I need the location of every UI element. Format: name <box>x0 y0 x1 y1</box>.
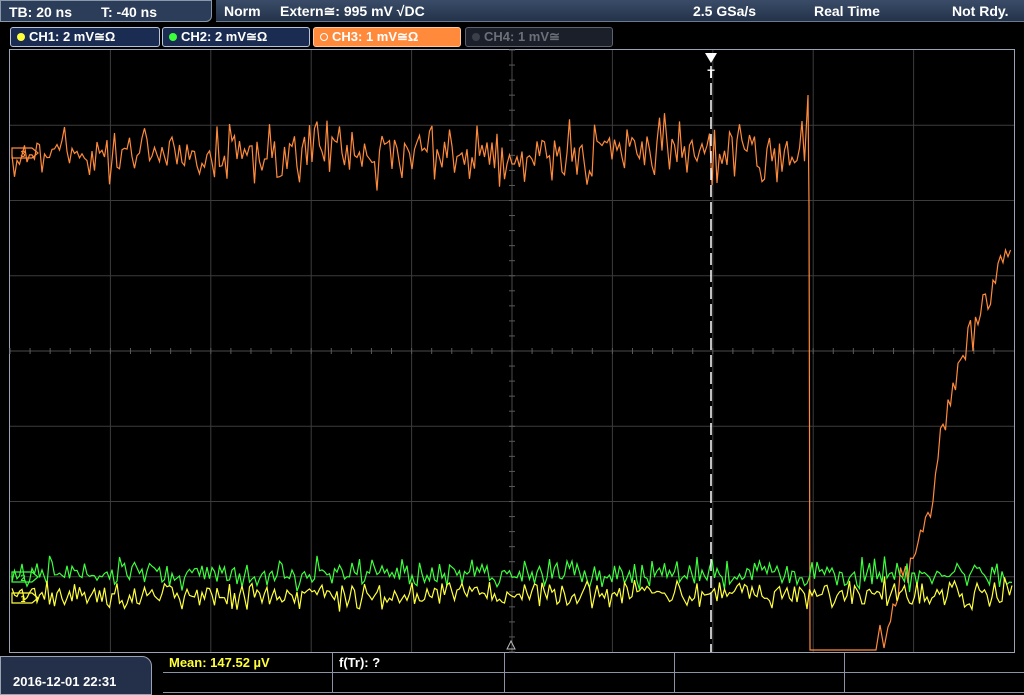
measurement-cell-empty[interactable] <box>163 673 333 693</box>
measurement-table[interactable]: Mean: 147.52 µV f(Tr): ? <box>163 653 1024 695</box>
datetime-box: 2016-12-01 22:31 <box>0 656 152 695</box>
measurement-cell-empty[interactable] <box>845 653 1024 673</box>
measurement-cell-ftr[interactable]: f(Tr): ? <box>333 653 505 673</box>
trigger-marker-label: T <box>707 67 715 81</box>
graticule <box>9 49 1014 653</box>
measurement-cell-empty[interactable] <box>505 653 675 673</box>
measurement-cell-empty[interactable] <box>333 673 505 693</box>
frequency-measurement: f(Tr): ? <box>339 655 381 670</box>
svg-text:2: 2 <box>20 573 25 583</box>
measurement-cell-empty[interactable] <box>675 673 845 693</box>
trigger-arrow-icon[interactable] <box>705 53 717 63</box>
measurement-cell-empty[interactable] <box>675 653 845 673</box>
svg-text:1: 1 <box>20 594 25 604</box>
ch1-reference-marker[interactable]: 1 <box>11 592 39 604</box>
measurement-cell-mean[interactable]: Mean: 147.52 µV <box>163 653 333 673</box>
measurement-cell-empty[interactable] <box>845 673 1024 693</box>
horizontal-position-icon <box>506 639 516 650</box>
waveform-display[interactable]: T 3 2 1 <box>0 0 1024 695</box>
measurement-cell-empty[interactable] <box>505 673 675 693</box>
markers: T 3 2 1 <box>11 53 717 652</box>
mean-measurement: Mean: 147.52 µV <box>169 655 270 670</box>
svg-text:3: 3 <box>20 149 25 159</box>
datetime-label: 2016-12-01 22:31 <box>13 674 117 689</box>
